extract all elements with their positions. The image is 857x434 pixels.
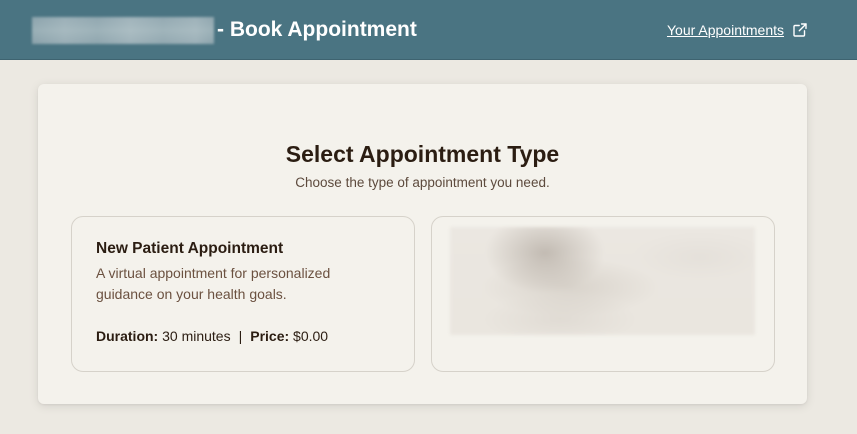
page-title: - Book Appointment (217, 18, 417, 41)
card-meta: Duration: 30 minutes | Price: $0.00 (96, 328, 328, 344)
top-navigation-bar: - Book Appointment Your Appointments (0, 0, 857, 60)
redacted-brand-name (32, 17, 214, 44)
meta-separator: | (238, 328, 243, 344)
price-value: $0.00 (293, 328, 329, 344)
section-heading: Select Appointment Type (285, 141, 560, 167)
your-appointments-label: Your Appointments (666, 22, 784, 38)
your-appointments-link[interactable]: Your Appointments (667, 19, 807, 41)
duration-value: 30 minutes (162, 328, 231, 344)
redacted-card-content (450, 227, 755, 335)
appointment-type-panel: Select Appointment Type Choose the type … (38, 84, 807, 404)
section-subheading: Choose the type of appointment you need. (295, 175, 550, 190)
external-link-icon (793, 23, 807, 37)
price-label: Price: (250, 328, 290, 344)
card-description: A virtual appointment for personalized g… (96, 265, 331, 302)
duration-label: Duration: (96, 328, 159, 344)
appointment-type-card-new-patient[interactable]: New Patient Appointment A virtual appoin… (71, 216, 415, 372)
card-title: New Patient Appointment (96, 240, 284, 257)
appointment-type-card-redacted[interactable] (431, 216, 775, 372)
